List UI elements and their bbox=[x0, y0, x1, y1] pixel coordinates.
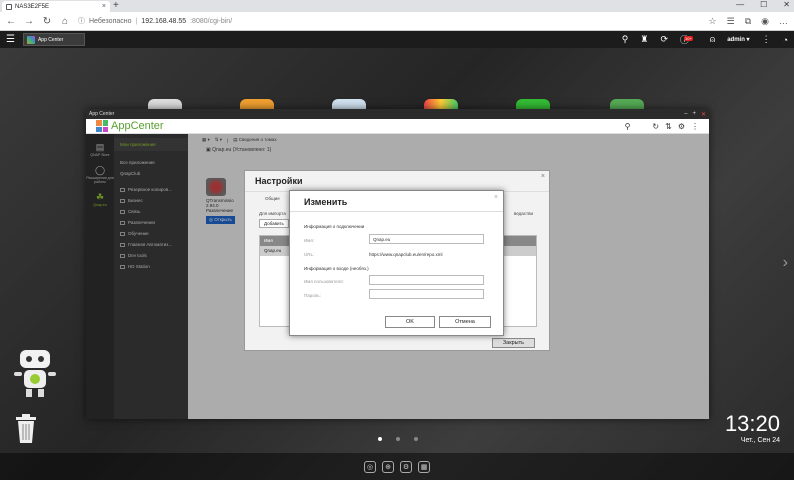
back-icon[interactable]: ← bbox=[6, 16, 16, 27]
password-input[interactable] bbox=[369, 289, 484, 299]
settings-description: Для импорта bbox=[259, 211, 286, 216]
settings-description-tail: ведастви bbox=[513, 211, 533, 216]
options-icon[interactable]: ⋮ bbox=[762, 34, 771, 45]
taskbar-label: App Center bbox=[37, 36, 64, 43]
trash-icon[interactable] bbox=[14, 412, 38, 444]
browser-tabbar: NAS3E2F5E × + — ☐ ✕ bbox=[0, 0, 794, 12]
desktop-clock: 13:20 Чет., Сен 24 bbox=[725, 411, 780, 444]
add-repo-button[interactable]: Добавить bbox=[259, 219, 289, 228]
home-icon[interactable]: ⌂ bbox=[60, 16, 70, 27]
clock-time: 13:20 bbox=[724, 411, 780, 436]
appcenter-icon bbox=[26, 35, 35, 44]
dock-button-4[interactable]: ▦ bbox=[418, 460, 430, 473]
notifications-icon[interactable]: ⓘ10+ bbox=[680, 33, 698, 46]
username-input[interactable] bbox=[369, 275, 484, 285]
forward-icon[interactable]: → bbox=[24, 16, 34, 27]
section-connection: Информация о подключении bbox=[304, 224, 365, 229]
window-titlebar: App Center – + ✕ bbox=[86, 109, 709, 119]
search-icon[interactable]: ⚲ bbox=[625, 122, 631, 131]
qts-topbar: ☰ App Center ⚲ ♜ ⟳ ⓘ10+ ⍝ admin ▾ ⋮ ◔ bbox=[0, 31, 794, 48]
name-input[interactable]: Qnap.eu bbox=[369, 234, 484, 244]
name-label: Имя: bbox=[304, 238, 315, 243]
dock-button-3[interactable]: ⚙ bbox=[400, 460, 412, 473]
bottom-dock: ◎ ⊕ ⚙ ▦ bbox=[0, 453, 794, 480]
cancel-button[interactable]: Отмена bbox=[439, 316, 491, 328]
settings-title: Настройки bbox=[245, 171, 549, 192]
appcenter-header: AppCenter ⚲ ↻ ⇅ ⚙ ⋮ bbox=[86, 119, 709, 134]
maximize-icon[interactable]: + bbox=[692, 111, 696, 118]
close-icon[interactable]: × bbox=[494, 194, 498, 201]
new-tab-button[interactable]: + bbox=[113, 0, 119, 11]
collections-icon[interactable]: ⧉ bbox=[745, 16, 751, 27]
ok-button[interactable]: OK bbox=[385, 316, 435, 328]
user-menu[interactable]: admin ▾ bbox=[727, 36, 749, 43]
browser-actions: ☆ ☰ ⧉ ◉ … bbox=[709, 16, 788, 27]
more-icon[interactable]: ⋮ bbox=[691, 122, 699, 131]
address-bar: ← → ↻ ⌂ ⓘ Небезопасно | 192.168.48.55:80… bbox=[0, 12, 794, 31]
clock-date: Чет., Сен 24 bbox=[740, 437, 780, 444]
password-label: Пароль: bbox=[304, 293, 321, 298]
close-icon[interactable]: ✕ bbox=[701, 111, 706, 118]
tab-title: NAS3E2F5E bbox=[15, 3, 50, 10]
warning-icon: ⓘ bbox=[78, 18, 85, 25]
appcenter-logo-icon bbox=[96, 120, 108, 132]
dashboard-icon[interactable]: ◔ bbox=[783, 35, 788, 45]
profile-icon[interactable]: ◉ bbox=[761, 16, 769, 27]
window-title: App Center bbox=[89, 111, 115, 117]
next-page-arrow[interactable]: › bbox=[783, 254, 788, 272]
window-controls: — ☐ ✕ bbox=[736, 0, 790, 9]
page-dot[interactable] bbox=[378, 437, 382, 441]
insecure-label: Небезопасно bbox=[89, 17, 132, 25]
appcenter-title: AppCenter bbox=[111, 120, 164, 132]
url-label: URL: bbox=[304, 252, 315, 257]
username-label: Имя пользователя: bbox=[304, 279, 344, 284]
close-window-icon[interactable]: ✕ bbox=[783, 0, 790, 9]
url-field[interactable]: ⓘ Небезопасно | 192.168.48.55:8080/cgi-b… bbox=[78, 16, 232, 26]
edit-title: Изменить bbox=[290, 191, 503, 212]
close-button[interactable]: Закрыть bbox=[491, 338, 535, 348]
more-icon[interactable]: … bbox=[779, 16, 788, 27]
dock-button-2[interactable]: ⊕ bbox=[382, 460, 394, 473]
section-login: Информация о входе (необяз.) bbox=[304, 266, 369, 271]
search-icon[interactable]: ⚲ bbox=[622, 34, 629, 45]
notif-badge: 10+ bbox=[684, 36, 693, 41]
refresh-icon[interactable]: ↻ bbox=[652, 122, 659, 131]
menu-icon[interactable]: ☰ bbox=[6, 34, 15, 45]
favorites-icon[interactable]: ☰ bbox=[727, 16, 735, 27]
robot-icon[interactable] bbox=[12, 348, 58, 398]
page-indicator bbox=[378, 437, 418, 441]
qts-actions: ⚲ ♜ ⟳ ⓘ10+ ⍝ admin ▾ ⋮ ◔ bbox=[622, 33, 788, 46]
user-icon[interactable]: ⍝ bbox=[710, 34, 715, 45]
close-icon[interactable]: × bbox=[541, 173, 545, 180]
edit-dialog: Изменить × Информация о подключении Имя:… bbox=[289, 190, 504, 336]
url-value: https://www.qnapclub.eu/en/repo.xml bbox=[369, 252, 443, 257]
minimize-icon[interactable]: — bbox=[736, 0, 744, 9]
url-host: 192.168.48.55 bbox=[141, 17, 187, 25]
star-icon[interactable]: ☆ bbox=[709, 16, 717, 27]
page-icon bbox=[6, 3, 12, 10]
background-tasks-icon[interactable]: ♜ bbox=[640, 34, 648, 45]
settings-icon[interactable]: ⚙ bbox=[678, 122, 685, 131]
browser-tab[interactable]: NAS3E2F5E × bbox=[2, 1, 110, 12]
reload-icon[interactable]: ↻ bbox=[42, 16, 52, 27]
url-rest: :8080/cgi-bin/ bbox=[190, 17, 233, 25]
minimize-icon[interactable]: – bbox=[684, 111, 687, 118]
taskbar-appcenter[interactable]: App Center bbox=[22, 33, 85, 46]
install-manual-icon[interactable]: ⇅ bbox=[665, 122, 672, 131]
close-tab-icon[interactable]: × bbox=[102, 3, 106, 10]
dock-button-1[interactable]: ◎ bbox=[364, 460, 376, 473]
maximize-icon[interactable]: ☐ bbox=[760, 0, 767, 9]
external-device-icon[interactable]: ⟳ bbox=[660, 34, 668, 45]
page-dot[interactable] bbox=[414, 437, 418, 441]
page-dot[interactable] bbox=[396, 437, 400, 441]
